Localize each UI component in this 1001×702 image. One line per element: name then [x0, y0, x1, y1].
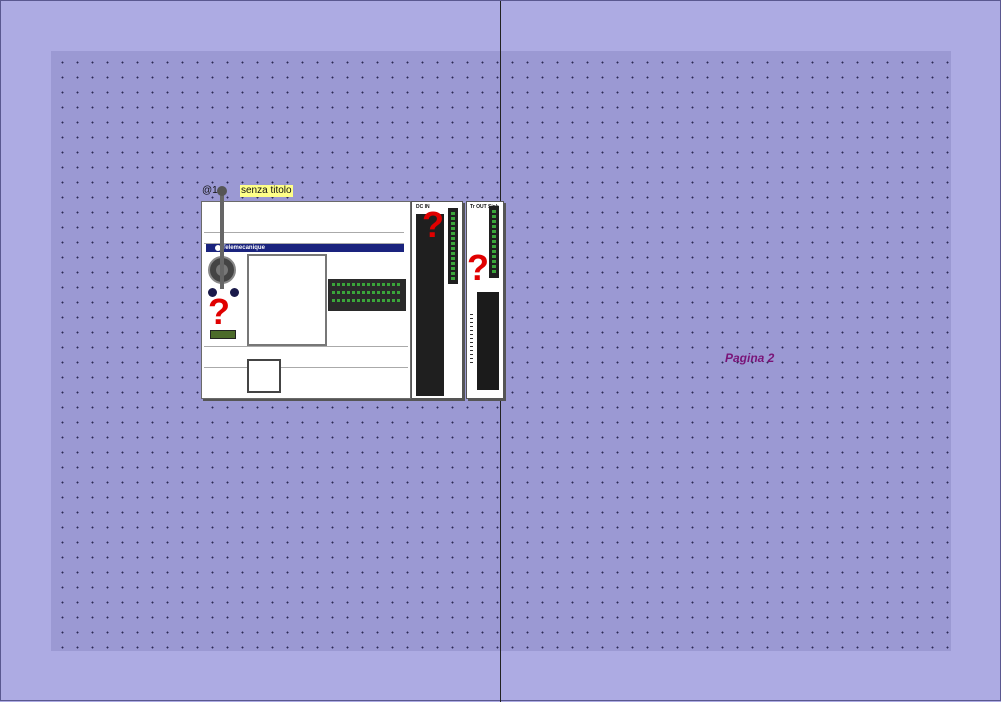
- drawing-canvas[interactable]: @1 senza titolo Telemecanique ? DC IN ? …: [0, 0, 1001, 702]
- memory-slot-icon: [210, 330, 236, 339]
- dc-input-module[interactable]: DC IN ?: [411, 201, 463, 399]
- brand-name: Telemecanique: [222, 245, 265, 251]
- unconfigured-question-icon: ?: [208, 291, 230, 332]
- led-column: [489, 206, 499, 278]
- io-led-panel: [328, 279, 406, 311]
- unconfigured-question-icon: ?: [467, 247, 489, 288]
- plc-bottom-rail: [204, 346, 408, 368]
- plc-base-module[interactable]: Telemecanique ?: [201, 201, 411, 399]
- title-label[interactable]: senza titolo: [240, 185, 293, 197]
- output-connector: [477, 292, 499, 390]
- io-led-row: [332, 283, 400, 286]
- page-2-label: Pagina 2: [725, 351, 775, 365]
- potentiometer-2-icon: [230, 288, 239, 297]
- plc-top-rail: [204, 232, 404, 244]
- link-line[interactable]: [220, 189, 224, 289]
- transistor-output-module[interactable]: Tr OUT Sink ?: [466, 201, 504, 399]
- io-led-row: [332, 299, 400, 302]
- link-handle[interactable]: [217, 186, 227, 196]
- io-led-row: [332, 291, 400, 294]
- expansion-port-icon: [247, 359, 281, 393]
- pin-marks: [470, 314, 473, 364]
- address-label: @1: [202, 185, 218, 196]
- plc-display-panel: [247, 254, 327, 346]
- led-column: [448, 208, 458, 284]
- unconfigured-question-icon: ?: [422, 204, 444, 245]
